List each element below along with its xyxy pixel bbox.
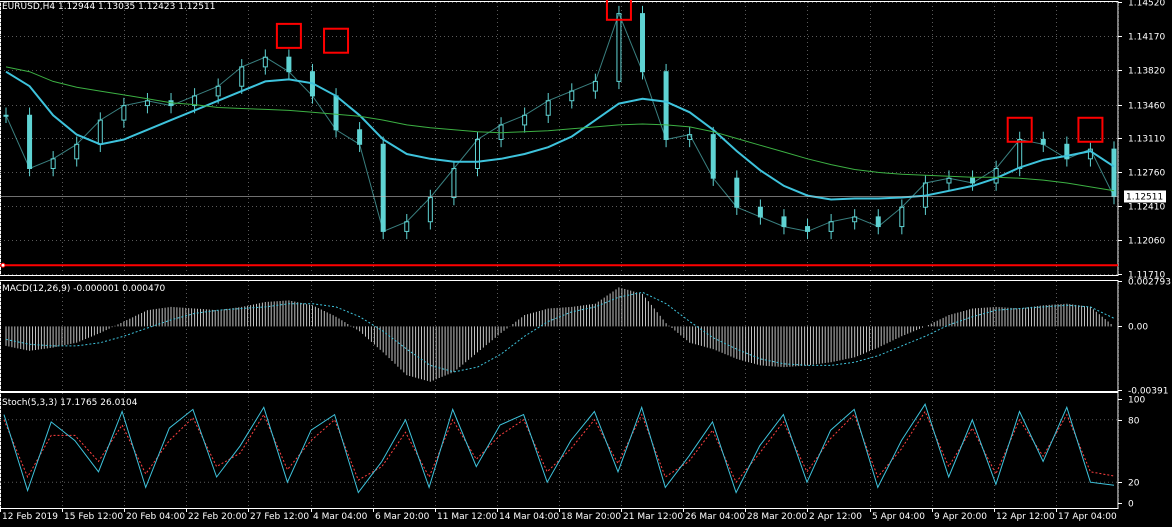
candle-body (286, 56, 292, 73)
current-price-value: 1.12511 (1126, 192, 1163, 202)
chart-root: 1.12511 1.14520 1.14170 1.13820 1.13460 1.13… (0, 0, 1172, 527)
time-tick-label: 28 Mar 20:00 (747, 512, 807, 522)
candle-body (121, 105, 127, 121)
price-tick-label: 1.13110 (1128, 135, 1165, 145)
stoch-tick-label: 20 (1128, 479, 1140, 489)
stoch-panel-title: Stoch(5,3,3) 17.1765 26.0104 (2, 398, 138, 408)
macd-tick-label: 0.002793 (1128, 278, 1171, 288)
price-tick-label: 1.12410 (1128, 203, 1165, 213)
candle-body (993, 167, 999, 184)
candle-body (215, 85, 221, 97)
candle-body (1017, 138, 1023, 169)
time-tick-label: 9 Apr 20:00 (934, 512, 987, 522)
candle-body (757, 206, 763, 218)
candle-body (710, 134, 716, 179)
time-tick-label: 21 Mar 12:00 (623, 512, 683, 522)
time-tick-label: 26 Mar 04:00 (685, 512, 745, 522)
candle-body (404, 221, 410, 232)
candle-body (357, 129, 363, 145)
candle-body (592, 80, 598, 92)
candle-body (239, 66, 245, 87)
time-tick-label: 18 Mar 20:00 (561, 512, 621, 522)
price-tick-label: 1.12060 (1128, 237, 1165, 247)
time-tick-label: 4 Mar 04:00 (313, 512, 368, 522)
stoch-signal-line (3, 410, 1115, 484)
time-tick-label: 20 Feb 04:00 (126, 512, 185, 522)
high-marker-box (323, 27, 350, 54)
candle-body (50, 158, 56, 169)
support-line-handle[interactable] (0, 262, 6, 268)
candle-body (663, 71, 669, 140)
stoch-tick-label: 0 (1128, 500, 1134, 510)
candle-body (545, 100, 551, 116)
high-marker-box (1077, 116, 1104, 143)
high-marker-box (275, 22, 302, 49)
candle-body (1111, 148, 1117, 198)
price-tick-label: 1.13820 (1128, 67, 1165, 77)
time-tick-label: 14 Mar 04:00 (499, 512, 559, 522)
price-panel-title: EURUSD,H4 1.12944 1.13035 1.12423 1.1251… (2, 2, 215, 12)
macd-signal-line (5, 291, 1115, 373)
time-tick-label: 6 Mar 20:00 (375, 512, 430, 522)
candle-body (828, 221, 834, 232)
candle-body (734, 177, 740, 208)
time-tick-label: 12 Apr 12:00 (996, 512, 1055, 522)
candle-body (474, 138, 480, 169)
time-tick-label: 5 Apr 04:00 (872, 512, 925, 522)
candle-body (569, 90, 575, 102)
candle-body (380, 143, 386, 232)
price-tick-label: 1.14520 (1128, 0, 1165, 9)
candle-body (97, 119, 103, 145)
time-tick-label: 2 Apr 12:00 (809, 512, 862, 522)
price-tick-label: 1.12760 (1128, 169, 1165, 179)
stoch-tick-label: 80 (1128, 417, 1140, 427)
price-tick-label: 1.13460 (1128, 102, 1165, 112)
time-tick-label: 22 Feb 20:00 (188, 512, 247, 522)
candle-body (74, 143, 80, 160)
candle-body (616, 13, 622, 82)
time-tick-label: 17 Apr 04:00 (1058, 512, 1117, 522)
time-tick-label: 27 Feb 12:00 (250, 512, 309, 522)
candle-body (27, 114, 33, 169)
candle-body (333, 95, 339, 131)
macd-tick-label: 0.00 (1128, 323, 1148, 333)
macd-panel-title: MACD(12,26,9) -0.000001 0.000470 (2, 284, 165, 294)
candle-body (427, 197, 433, 223)
candle-body (899, 206, 905, 228)
candle-body (640, 13, 646, 73)
candle-body (522, 114, 528, 126)
time-tick-label: 11 Mar 12:00 (437, 512, 497, 522)
candle-body (781, 216, 787, 228)
price-tick-label: 1.14170 (1128, 33, 1165, 43)
candle-body (451, 167, 457, 199)
time-tick-label: 12 Feb 2019 (2, 512, 58, 522)
time-tick-label: 15 Feb 12:00 (64, 512, 123, 522)
eurusd-terminal-chart: 1.12511 1.14520 1.14170 1.13820 1.13460 1.13… (0, 0, 1171, 522)
stoch-tick-label: 100 (1128, 396, 1145, 406)
